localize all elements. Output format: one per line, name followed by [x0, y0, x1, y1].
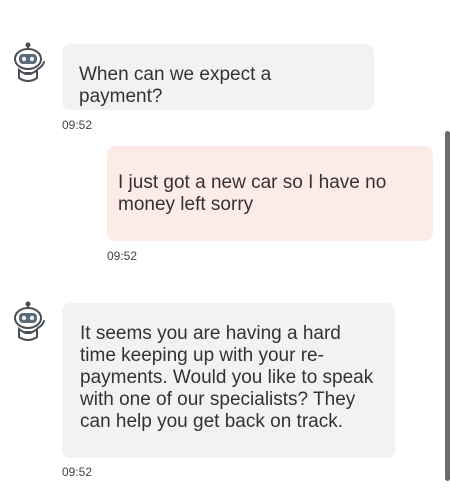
message-timestamp: 09:52 [62, 465, 93, 479]
bot-message-bubble: When can we expect a payment? [62, 44, 374, 110]
message-text: When can we expect a payment? [79, 64, 272, 107]
robot-icon [14, 42, 45, 82]
robot-icon [14, 301, 45, 341]
bot-message-bubble: It seems you are having a hard time keep… [62, 303, 395, 458]
user-message-bubble: I just got a new car so I have no money … [107, 146, 433, 241]
message-timestamp: 09:52 [107, 249, 138, 263]
message-text: I just got a new car so I have no money … [118, 172, 387, 215]
message-text: It seems you are having a hard time keep… [80, 323, 374, 432]
scrollbar-thumb[interactable] [445, 131, 450, 481]
bot-avatar [11, 42, 47, 86]
bot-avatar [11, 301, 47, 345]
message-timestamp: 09:52 [62, 118, 93, 132]
chat-scrollbar[interactable] [444, 0, 450, 498]
